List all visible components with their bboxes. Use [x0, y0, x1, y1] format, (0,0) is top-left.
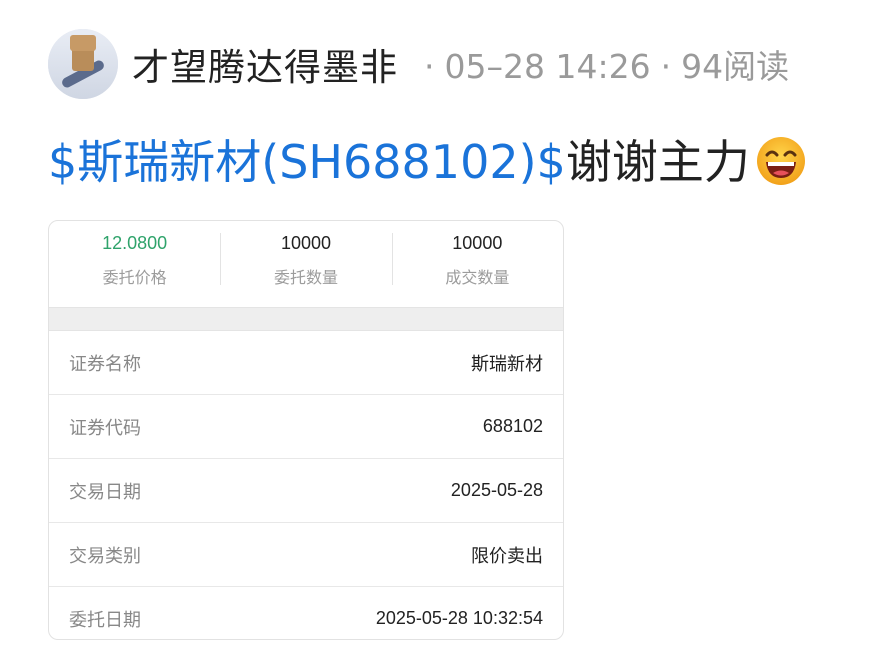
order-price-value: 12.0800: [102, 233, 168, 253]
order-quantity-label: 委托数量: [273, 270, 338, 287]
row-label: 交易类别: [69, 545, 141, 566]
username[interactable]: 才望腾达得墨非: [132, 37, 398, 91]
order-price-label: 委托价格: [102, 270, 167, 287]
row-label: 委托日期: [69, 609, 141, 630]
stat-filled-quantity: 10000 成交数量: [391, 221, 563, 307]
row-trade-date: 交易日期 2025-05-28: [49, 459, 563, 523]
row-security-name: 证券名称 斯瑞新材: [49, 331, 563, 395]
post-meta: · 05–28 14:26 · 94阅读: [424, 47, 790, 86]
avatar[interactable]: [48, 29, 118, 99]
row-value: 斯瑞新材: [471, 353, 543, 374]
row-label: 交易日期: [69, 481, 141, 502]
order-card: 12.0800 委托价格 10000 委托数量 10000 成交数量 证券名称 …: [48, 220, 564, 640]
row-label: 证券代码: [69, 417, 141, 438]
post-text: 谢谢主力: [565, 135, 750, 189]
row-value: 2025-05-28: [450, 480, 543, 500]
post-date: 05–28 14:26: [444, 47, 651, 86]
row-value: 限价卖出: [471, 545, 543, 566]
row-trade-type: 交易类别 限价卖出: [49, 523, 563, 587]
stat-order-price: 12.0800 委托价格: [49, 221, 220, 307]
section-divider: [49, 307, 563, 331]
stat-order-quantity: 10000 委托数量: [220, 221, 391, 307]
filled-quantity-label: 成交数量: [445, 270, 510, 287]
read-count: 94阅读: [681, 47, 790, 86]
row-order-date: 委托日期 2025-05-28 10:32:54: [49, 587, 563, 639]
laughing-emoji-icon: [756, 137, 805, 185]
order-quantity-value: 10000: [280, 233, 332, 253]
row-security-code: 证券代码 688102: [49, 395, 563, 459]
row-value: 688102: [482, 416, 543, 436]
order-stats: 12.0800 委托价格 10000 委托数量 10000 成交数量: [49, 221, 563, 307]
stock-tag-link[interactable]: $斯瑞新材(SH688102)$: [48, 135, 566, 189]
post-body: $斯瑞新材(SH688102)$谢谢主力: [48, 132, 806, 192]
row-label: 证券名称: [69, 353, 141, 374]
post-header: 才望腾达得墨非 · 05–28 14:26 · 94阅读: [48, 28, 868, 100]
filled-quantity-value: 10000: [452, 233, 503, 253]
row-value: 2025-05-28 10:32:54: [375, 608, 543, 628]
